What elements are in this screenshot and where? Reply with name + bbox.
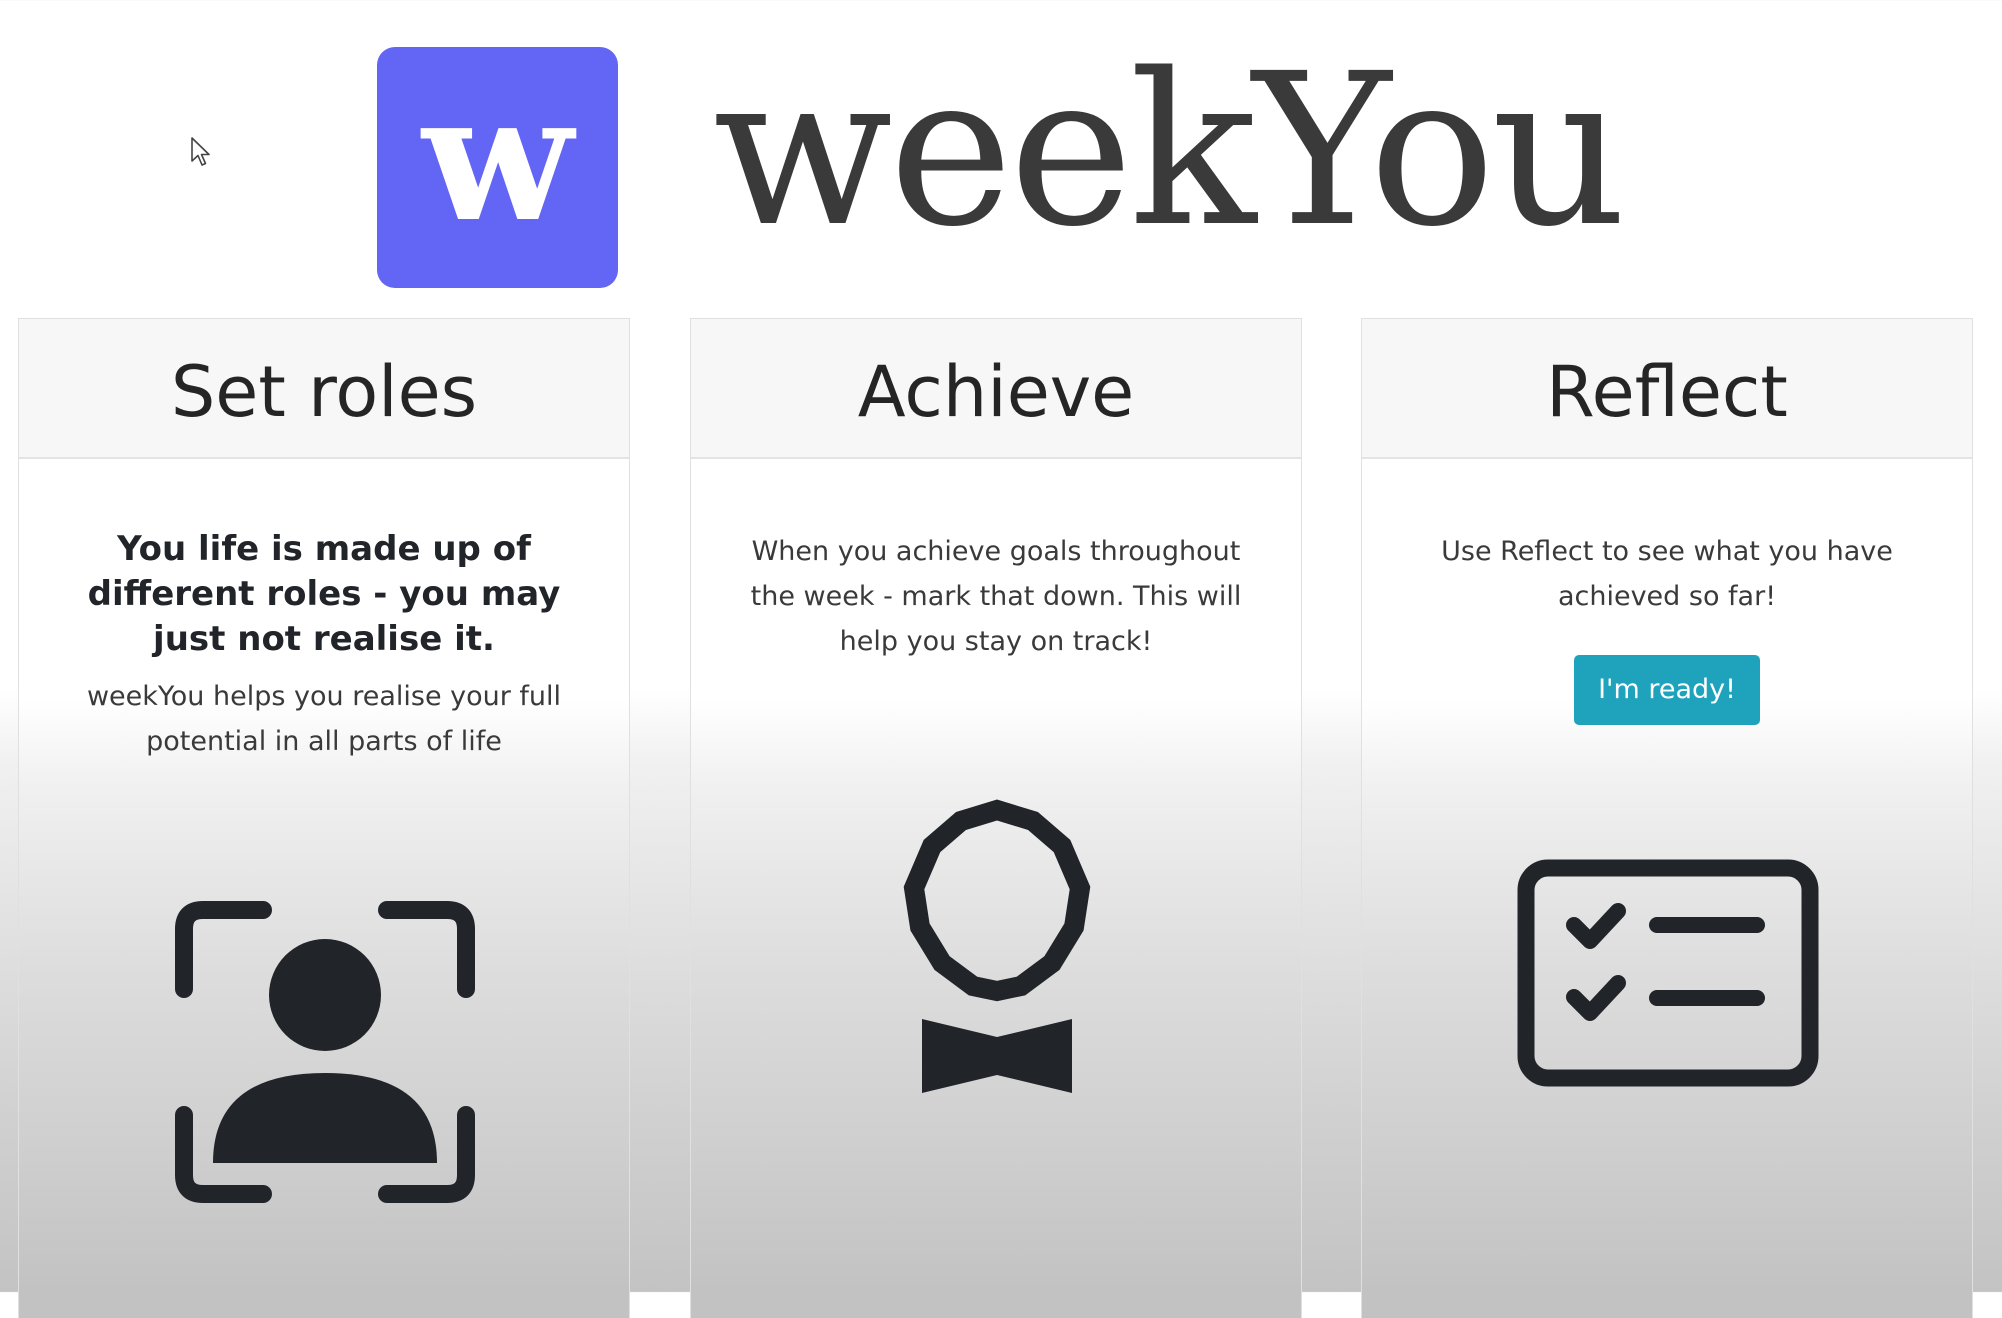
card-body: Use Reflect to see what you have achieve… [1362, 529, 1972, 725]
brand-logo-letter: w [422, 56, 573, 261]
card-set-roles: Set roles You life is made up of differe… [18, 318, 630, 1318]
card-text: When you achieve goals throughout the we… [750, 536, 1242, 657]
card-title: Reflect [1546, 351, 1788, 433]
card-header: Achieve [691, 319, 1301, 459]
im-ready-button[interactable]: I'm ready! [1574, 655, 1760, 725]
card-reflect: Reflect Use Reflect to see what you have… [1361, 318, 1973, 1318]
card-header: Reflect [1362, 319, 1972, 459]
card-text: weekYou helps you realise your full pote… [86, 681, 562, 757]
brand-name: weekYou [713, 28, 1627, 273]
card-title: Set roles [170, 351, 478, 433]
card-achieve: Achieve When you achieve goals throughou… [690, 318, 1302, 1318]
card-body: When you achieve goals throughout the we… [691, 529, 1301, 664]
card-title: Achieve [857, 351, 1135, 433]
card-body: You life is made up of different roles -… [19, 527, 629, 764]
card-header: Set roles [19, 319, 629, 459]
checklist-card-icon [1517, 859, 1819, 1087]
brand-logo[interactable]: w [377, 47, 618, 288]
page-header: w weekYou [0, 0, 2002, 300]
person-focus-icon [175, 901, 475, 1203]
card-text: Use Reflect to see what you have achieve… [1441, 536, 1893, 612]
card-lead-text: You life is made up of different roles -… [87, 529, 561, 659]
mouse-cursor-icon [191, 137, 210, 166]
award-badge-icon [903, 799, 1091, 1093]
